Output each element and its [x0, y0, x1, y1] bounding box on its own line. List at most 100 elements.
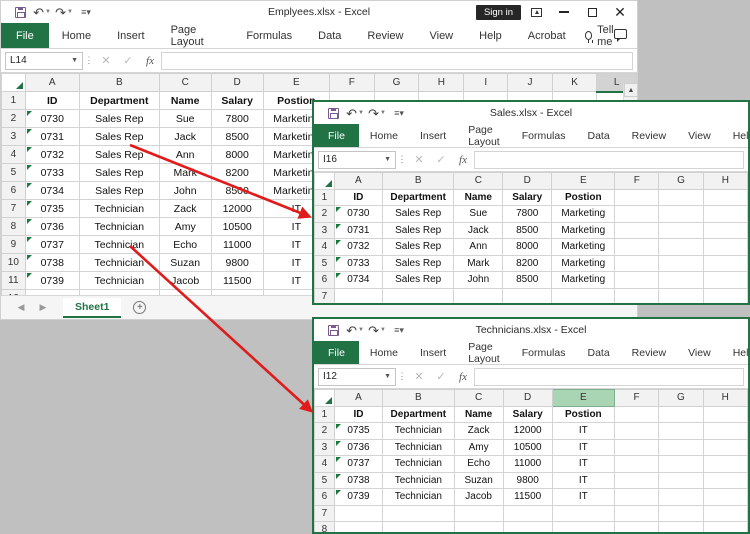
cell-E6[interactable]: IT — [551, 488, 615, 506]
select-all-corner[interactable] — [314, 389, 335, 407]
cell-D8[interactable] — [503, 305, 552, 306]
insert-function-icon[interactable]: fx — [452, 371, 474, 383]
cell-H3[interactable] — [702, 221, 748, 239]
cell-D2[interactable]: 12000 — [502, 422, 553, 440]
cell-A5[interactable]: 0733 — [333, 254, 383, 272]
cell-C5[interactable]: Mark — [158, 163, 212, 182]
cell-A10[interactable]: 0738 — [24, 253, 80, 272]
row-header-2[interactable]: 2 — [314, 205, 335, 223]
cell-B2[interactable]: Sales Rep — [78, 109, 160, 128]
column-header-d[interactable]: D — [502, 172, 553, 190]
select-all-corner[interactable] — [1, 73, 26, 92]
cell-A11[interactable]: 0739 — [24, 271, 80, 290]
cell-B6[interactable]: Sales Rep — [78, 181, 160, 200]
tab-acrobat[interactable]: Acrobat — [515, 23, 579, 48]
chevron-down-icon[interactable]: ▼ — [384, 373, 391, 380]
row-header-1[interactable]: 1 — [1, 91, 26, 110]
cell-E4[interactable]: IT — [551, 455, 615, 473]
cell-H1[interactable] — [702, 405, 748, 423]
cell-C5[interactable]: Suzan — [453, 471, 504, 489]
cell-G3[interactable] — [658, 221, 704, 239]
cell-D2[interactable]: 7800 — [502, 205, 553, 223]
sheet-tab-sheet1[interactable]: Sheet1 — [63, 297, 122, 318]
cell-F3[interactable] — [613, 438, 660, 456]
tab-insert[interactable]: Insert — [104, 23, 158, 48]
cell-D8[interactable] — [502, 521, 553, 532]
cell-B5[interactable]: Sales Rep — [78, 163, 160, 182]
tab-insert[interactable]: Insert — [409, 341, 457, 364]
cell-G7[interactable] — [658, 504, 704, 522]
cell-B7[interactable] — [382, 504, 455, 522]
cell-C6[interactable]: Jacob — [453, 488, 504, 506]
tell-me-box[interactable]: Tell me — [579, 23, 637, 48]
prev-sheet-icon[interactable]: ◀ — [11, 302, 31, 313]
cell-B2[interactable]: Technician — [382, 422, 455, 440]
row-header-7[interactable]: 7 — [314, 504, 335, 522]
cell-E5[interactable]: IT — [551, 471, 615, 489]
tab-page-layout[interactable]: Page Layout — [457, 124, 511, 148]
chevron-down-icon[interactable]: ▼ — [384, 156, 391, 163]
column-header-f[interactable]: F — [613, 389, 660, 407]
cell-B1[interactable]: Department — [78, 91, 160, 110]
cell-D4[interactable]: 8000 — [210, 145, 264, 164]
cell-G4[interactable] — [658, 238, 704, 256]
cell-F7[interactable] — [613, 504, 660, 522]
cell-D4[interactable]: 11000 — [502, 455, 553, 473]
cell-A4[interactable]: 0732 — [24, 145, 80, 164]
cell-F1[interactable] — [613, 405, 660, 423]
cell-E4[interactable]: Marketing — [551, 238, 616, 256]
cell-A1[interactable]: ID — [333, 405, 384, 423]
cell-D6[interactable]: 8500 — [502, 271, 553, 289]
ribbon-display-options-icon[interactable] — [523, 2, 549, 22]
tab-data[interactable]: Data — [576, 341, 620, 364]
cell-F8[interactable] — [615, 305, 659, 306]
cell-D6[interactable]: 8500 — [210, 181, 264, 200]
tab-home[interactable]: Home — [359, 341, 409, 364]
cell-C3[interactable]: Jack — [453, 221, 504, 239]
cell-A8[interactable]: 0736 — [24, 217, 80, 236]
column-header-h[interactable]: H — [418, 73, 465, 92]
cell-A5[interactable]: 0733 — [24, 163, 80, 182]
name-box[interactable]: I12 ▼ — [318, 367, 396, 386]
row-header-8[interactable]: 8 — [314, 521, 335, 532]
cell-H4[interactable] — [702, 455, 748, 473]
name-box[interactable]: L14 ▼ — [5, 51, 83, 70]
cell-A3[interactable]: 0731 — [24, 127, 80, 146]
row-header-4[interactable]: 4 — [1, 145, 26, 164]
cell-D2[interactable]: 7800 — [210, 109, 264, 128]
tab-help[interactable]: Help — [722, 341, 748, 364]
tab-help[interactable]: Help — [722, 124, 748, 147]
cell-A2[interactable]: 0730 — [24, 109, 80, 128]
tab-help[interactable]: Help — [466, 23, 515, 48]
cell-B10[interactable]: Technician — [78, 253, 160, 272]
cell-E1[interactable]: Postion — [551, 188, 616, 206]
cell-B3[interactable]: Technician — [382, 438, 455, 456]
comments-icon[interactable] — [614, 29, 627, 42]
cell-C8[interactable]: Amy — [158, 217, 212, 236]
cell-C3[interactable]: Jack — [158, 127, 212, 146]
cell-F2[interactable] — [614, 205, 660, 223]
tab-formulas[interactable]: Formulas — [511, 341, 577, 364]
cell-D4[interactable]: 8000 — [502, 238, 553, 256]
tab-formulas[interactable]: Formulas — [233, 23, 305, 48]
row-header-6[interactable]: 6 — [314, 488, 335, 506]
cell-B3[interactable]: Sales Rep — [381, 221, 455, 239]
cell-D9[interactable]: 11000 — [210, 235, 264, 254]
cell-C8[interactable] — [454, 305, 503, 306]
tab-insert[interactable]: Insert — [409, 124, 457, 147]
cell-C5[interactable]: Mark — [453, 254, 504, 272]
cell-D3[interactable]: 10500 — [502, 438, 553, 456]
cell-C2[interactable]: Sue — [453, 205, 504, 223]
cell-B1[interactable]: Department — [381, 188, 455, 206]
cell-C9[interactable]: Echo — [158, 235, 212, 254]
row-header-7[interactable]: 7 — [1, 199, 26, 218]
cell-D3[interactable]: 8500 — [502, 221, 553, 239]
formula-input[interactable] — [474, 367, 744, 386]
cell-B7[interactable] — [381, 287, 455, 303]
cell-A7[interactable] — [333, 287, 383, 303]
cell-A5[interactable]: 0738 — [333, 471, 384, 489]
row-header-4[interactable]: 4 — [314, 455, 335, 473]
cell-H7[interactable] — [702, 504, 748, 522]
cell-D7[interactable]: 12000 — [210, 199, 264, 218]
scroll-up-icon[interactable]: ▲ — [624, 83, 637, 97]
